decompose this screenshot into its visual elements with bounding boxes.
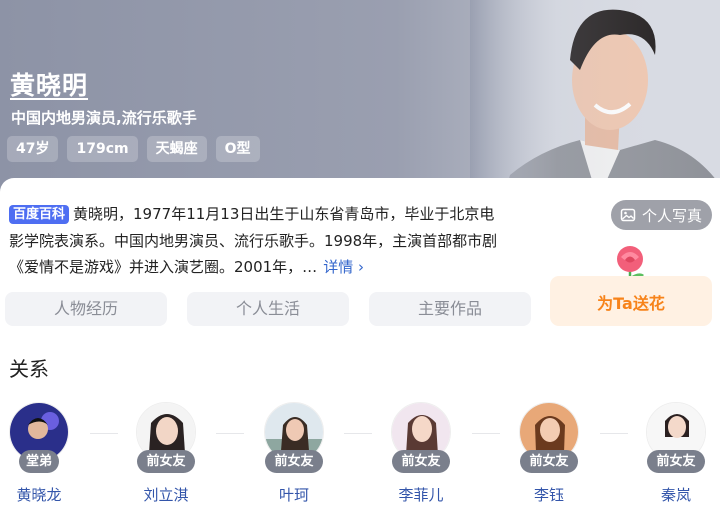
relation-name[interactable]: 李钰 bbox=[514, 484, 584, 505]
age-tag: 47岁 bbox=[7, 136, 59, 162]
relation-item[interactable]: 前女友 叶珂 bbox=[259, 402, 329, 505]
person-name[interactable]: 黄晓明 bbox=[10, 66, 88, 102]
summary-paragraph: 百度百科 黄晓明，1977年11月13日出生于山东省青岛市，毕业于北京电影学院表演… bbox=[9, 201, 504, 281]
relation-name[interactable]: 刘立淇 bbox=[131, 484, 201, 505]
baike-badge[interactable]: 百度百科 bbox=[9, 205, 70, 224]
relation-tag: 前女友 bbox=[647, 450, 705, 473]
summary-text: 黄晓明，1977年11月13日出生于山东省青岛市，毕业于北京电影学院表演系。中国… bbox=[9, 205, 498, 276]
relation-item[interactable]: 堂弟 黄晓龙 bbox=[4, 402, 74, 505]
relation-name[interactable]: 秦岚 bbox=[641, 484, 711, 505]
relation-item[interactable]: 前女友 秦岚 bbox=[641, 402, 711, 505]
nav-personal-life-button[interactable]: 个人生活 bbox=[187, 292, 349, 326]
relation-name[interactable]: 李菲儿 bbox=[386, 484, 456, 505]
divider bbox=[216, 433, 244, 434]
relation-tag: 堂弟 bbox=[19, 450, 59, 473]
person-tags: 47岁 179cm 天蝎座 O型 bbox=[7, 136, 260, 162]
zodiac-tag: 天蝎座 bbox=[146, 136, 207, 162]
height-tag: 179cm bbox=[67, 136, 138, 162]
album-label: 个人写真 bbox=[642, 206, 703, 225]
relation-tag: 前女友 bbox=[520, 450, 578, 473]
chevron-right-icon: › bbox=[357, 258, 364, 276]
relation-name[interactable]: 叶珂 bbox=[259, 484, 329, 505]
section-nav: 人物经历 个人生活 主要作品 bbox=[5, 292, 531, 326]
relation-item[interactable]: 前女友 李钰 bbox=[514, 402, 584, 505]
divider bbox=[344, 433, 372, 434]
divider bbox=[600, 433, 628, 434]
relation-tag: 前女友 bbox=[265, 450, 323, 473]
image-icon bbox=[620, 208, 636, 222]
divider bbox=[90, 433, 118, 434]
album-button[interactable]: 个人写真 bbox=[611, 200, 712, 230]
relation-name[interactable]: 黄晓龙 bbox=[4, 484, 74, 505]
nav-career-button[interactable]: 人物经历 bbox=[5, 292, 167, 326]
details-label: 详情 bbox=[323, 258, 354, 276]
nav-works-button[interactable]: 主要作品 bbox=[369, 292, 531, 326]
relations-title: 关系 bbox=[9, 357, 49, 381]
details-link[interactable]: 详情 › bbox=[323, 258, 364, 276]
relation-item[interactable]: 前女友 刘立淇 bbox=[131, 402, 201, 505]
relation-tag: 前女友 bbox=[392, 450, 450, 473]
blood-type-tag: O型 bbox=[215, 136, 260, 162]
person-subtitle: 中国内地男演员,流行乐歌手 bbox=[11, 109, 197, 127]
send-flower-button[interactable]: 为Ta送花 bbox=[550, 276, 712, 326]
divider bbox=[472, 433, 500, 434]
relation-item[interactable]: 前女友 李菲儿 bbox=[386, 402, 456, 505]
relation-tag: 前女友 bbox=[137, 450, 195, 473]
